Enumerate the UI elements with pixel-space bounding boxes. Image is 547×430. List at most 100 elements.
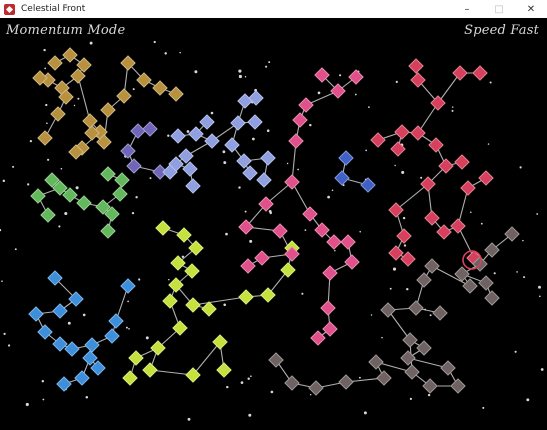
planet-gold[interactable] — [62, 47, 78, 63]
planet-red[interactable] — [478, 170, 494, 186]
planet-red[interactable] — [400, 251, 416, 267]
planet-gray[interactable] — [484, 290, 500, 306]
planet-periwinkle[interactable] — [237, 93, 253, 109]
close-button[interactable]: ✕ — [515, 0, 547, 18]
planet-pink[interactable] — [240, 258, 256, 274]
planet-blue[interactable] — [28, 306, 44, 322]
planet-blue[interactable] — [84, 337, 100, 353]
planet-blue[interactable] — [74, 370, 90, 386]
planet-gold[interactable] — [168, 86, 184, 102]
planet-lime[interactable] — [122, 370, 138, 386]
planet-green[interactable] — [114, 172, 130, 188]
planet-periwinkle[interactable] — [204, 133, 220, 149]
planet-lime[interactable] — [185, 297, 201, 313]
planet-red[interactable] — [450, 218, 466, 234]
planet-gray[interactable] — [402, 332, 418, 348]
planet-lime[interactable] — [170, 255, 186, 271]
planet-gray[interactable] — [338, 374, 354, 390]
planet-red[interactable] — [460, 180, 476, 196]
planet-green[interactable] — [112, 186, 128, 202]
planet-green[interactable] — [100, 223, 116, 239]
planet-gray[interactable] — [504, 226, 520, 242]
planet-navy[interactable] — [338, 150, 354, 166]
planet-pink[interactable] — [292, 112, 308, 128]
planet-red[interactable] — [388, 202, 404, 218]
planet-lime[interactable] — [155, 220, 171, 236]
planet-periwinkle[interactable] — [178, 148, 194, 164]
planet-navy[interactable] — [360, 177, 376, 193]
planet-pink[interactable] — [320, 300, 336, 316]
planet-gold[interactable] — [50, 106, 66, 122]
planet-purple[interactable] — [120, 143, 136, 159]
planet-pink[interactable] — [348, 69, 364, 85]
planet-red[interactable] — [396, 228, 412, 244]
planet-pink[interactable] — [272, 223, 288, 239]
planet-gray[interactable] — [268, 352, 284, 368]
planet-red[interactable] — [454, 154, 470, 170]
planet-lime[interactable] — [142, 362, 158, 378]
planet-gray[interactable] — [380, 302, 396, 318]
planet-gray[interactable] — [284, 375, 300, 391]
planet-purple[interactable] — [126, 158, 142, 174]
planet-gray[interactable] — [432, 305, 448, 321]
planet-gray[interactable] — [408, 300, 424, 316]
planet-pink[interactable] — [310, 330, 326, 346]
planet-lime[interactable] — [201, 301, 217, 317]
planet-gold[interactable] — [47, 55, 63, 71]
planet-blue[interactable] — [82, 350, 98, 366]
planet-periwinkle[interactable] — [182, 161, 198, 177]
planet-lime[interactable] — [280, 262, 296, 278]
planet-pink[interactable] — [340, 234, 356, 250]
planet-red[interactable] — [472, 65, 488, 81]
planet-pink[interactable] — [254, 250, 270, 266]
planet-periwinkle[interactable] — [230, 115, 246, 131]
planet-red[interactable] — [428, 137, 444, 153]
planet-gray[interactable] — [424, 258, 440, 274]
planet-red[interactable] — [452, 65, 468, 81]
planet-gray[interactable] — [404, 364, 420, 380]
planet-blue[interactable] — [52, 303, 68, 319]
planet-lime[interactable] — [185, 367, 201, 383]
planet-lime[interactable] — [238, 289, 254, 305]
planet-blue[interactable] — [104, 328, 120, 344]
planet-pink[interactable] — [298, 97, 314, 113]
planet-lime[interactable] — [162, 293, 178, 309]
planet-blue[interactable] — [37, 324, 53, 340]
maximize-button[interactable]: □ — [483, 0, 515, 18]
planet-green[interactable] — [76, 195, 92, 211]
planet-blue[interactable] — [56, 376, 72, 392]
planet-navy[interactable] — [334, 170, 350, 186]
planet-gray[interactable] — [416, 272, 432, 288]
planet-periwinkle[interactable] — [256, 172, 272, 188]
planet-periwinkle[interactable] — [224, 137, 240, 153]
planet-periwinkle[interactable] — [185, 178, 201, 194]
planets[interactable] — [28, 47, 520, 396]
planet-periwinkle[interactable] — [247, 114, 263, 130]
planet-red[interactable] — [388, 245, 404, 261]
planet-gold[interactable] — [152, 80, 168, 96]
game-board[interactable]: Momentum Mode Speed Fast — [0, 18, 547, 430]
planet-periwinkle[interactable] — [236, 153, 252, 169]
planet-gray[interactable] — [440, 360, 456, 376]
planet-gray[interactable] — [478, 275, 494, 291]
planet-gray[interactable] — [400, 350, 416, 366]
planet-lime[interactable] — [216, 362, 232, 378]
planet-blue[interactable] — [120, 278, 136, 294]
planet-blue[interactable] — [90, 360, 106, 376]
planet-green[interactable] — [100, 166, 116, 182]
planet-red[interactable] — [410, 125, 426, 141]
star-map[interactable] — [0, 18, 547, 430]
planet-lime[interactable] — [260, 287, 276, 303]
planet-periwinkle[interactable] — [170, 128, 186, 144]
planet-pink[interactable] — [302, 206, 318, 222]
planet-pink[interactable] — [322, 321, 338, 337]
planet-periwinkle[interactable] — [242, 165, 258, 181]
planet-gray[interactable] — [416, 340, 432, 356]
planet-red[interactable] — [370, 132, 386, 148]
planet-gold[interactable] — [37, 130, 53, 146]
planet-red[interactable] — [394, 124, 410, 140]
planet-gray[interactable] — [450, 378, 466, 394]
planet-green[interactable] — [40, 207, 56, 223]
planet-lime[interactable] — [128, 350, 144, 366]
planet-pink[interactable] — [284, 174, 300, 190]
